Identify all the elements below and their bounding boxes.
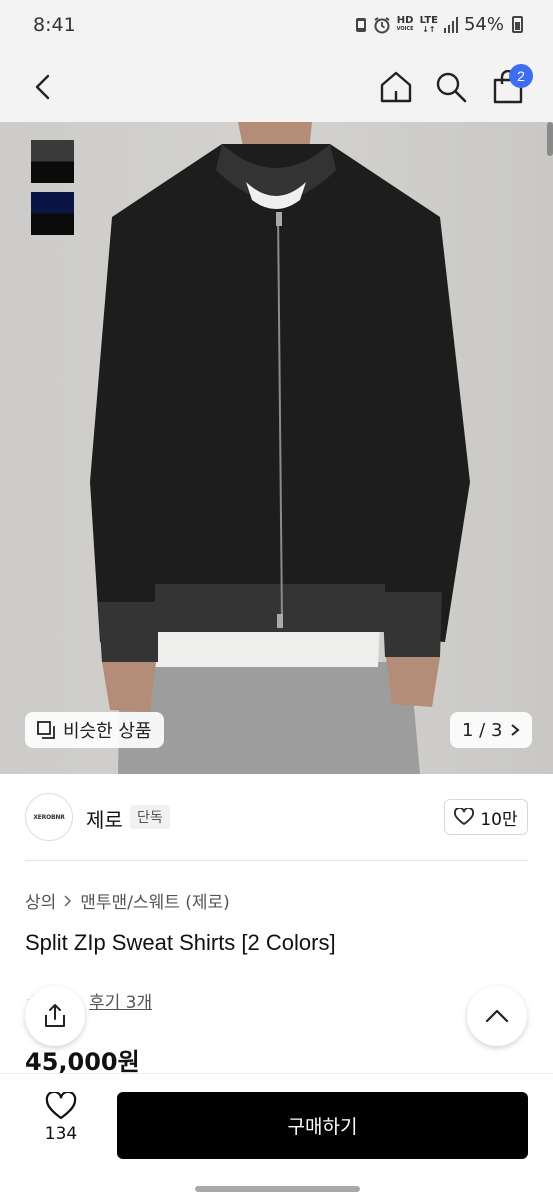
product-photo (90, 122, 470, 774)
back-button[interactable] (18, 62, 68, 112)
voice-label: VOICE (396, 25, 414, 32)
network-label: LTE (419, 14, 438, 26)
breadcrumb-category[interactable]: 상의 (25, 888, 56, 913)
breadcrumb: 상의 맨투맨/스웨트 (제로) (25, 888, 230, 913)
page-indicator-label: 1 / 3 (462, 719, 503, 741)
hd-voice-icon: HD VOICE (396, 14, 414, 34)
battery-icon (512, 16, 523, 33)
heart-icon (454, 808, 475, 825)
scrollbar-thumb[interactable] (547, 122, 553, 156)
home-button[interactable] (371, 62, 421, 112)
brand-like-button[interactable]: 10만 (444, 799, 528, 835)
status-time: 8:41 (33, 14, 76, 36)
image-page-indicator[interactable]: 1 / 3 (450, 712, 533, 748)
color-swatch-black[interactable] (31, 140, 74, 183)
exclusive-tag: 단독 (130, 805, 170, 829)
brand-name[interactable]: 제로 (86, 804, 123, 833)
buy-button-label: 구매하기 (287, 1116, 358, 1138)
lte-icon: LTE ↓↑ (419, 14, 438, 34)
hd-label: HD (396, 14, 414, 26)
alarm-icon (374, 16, 390, 33)
share-button[interactable] (25, 986, 85, 1046)
divider (25, 860, 528, 861)
brand-like-count: 10만 (480, 809, 518, 830)
chevron-up-icon (485, 1009, 509, 1023)
brand-row: XEROBNR 제로 단독 10만 (0, 774, 553, 860)
product-title: Split ZIp Sweat Shirts [2 Colors] (25, 930, 336, 955)
nav-bar: 2 (0, 52, 553, 122)
brand-logo[interactable]: XEROBNR (25, 793, 73, 841)
wishlist-count: 134 (44, 1124, 78, 1144)
wishlist-button[interactable]: 134 (28, 1092, 94, 1162)
battery-percent: 54% (463, 14, 504, 35)
chevron-right-icon (511, 724, 520, 736)
similar-icon (37, 721, 55, 739)
brand-logo-text: XEROBNR (33, 813, 65, 821)
price: 45,000원 (25, 1048, 140, 1076)
cart-count-badge: 2 (509, 64, 533, 88)
status-icons: HD VOICE LTE ↓↑ 54% (355, 14, 523, 35)
breadcrumb-subcategory[interactable]: 맨투맨/스웨트 (제로) (80, 888, 230, 913)
signal-icon (443, 16, 458, 33)
scroll-to-top-button[interactable] (467, 986, 527, 1046)
bottom-action-bar: 134 구매하기 (0, 1073, 553, 1183)
home-icon (380, 71, 412, 103)
search-icon (436, 72, 467, 103)
search-button[interactable] (426, 62, 476, 112)
back-arrow-icon (35, 74, 50, 100)
similar-products-button[interactable]: 비슷한 상품 (25, 712, 164, 748)
status-bar: 8:41 HD VOICE LTE ↓↑ 54% (0, 0, 553, 52)
similar-products-label: 비슷한 상품 (63, 721, 152, 742)
heart-icon (45, 1092, 77, 1120)
chevron-right-icon (64, 894, 72, 907)
cart-button[interactable]: 2 (483, 62, 533, 112)
share-icon (45, 1004, 65, 1027)
product-image[interactable]: 비슷한 상품 1 / 3 (0, 122, 553, 774)
buy-button[interactable]: 구매하기 (117, 1092, 528, 1159)
review-link[interactable]: 후기 3개 (89, 988, 152, 1013)
color-swatch-navy[interactable] (31, 192, 74, 235)
home-indicator (195, 1186, 360, 1192)
notification-icon (355, 17, 366, 32)
